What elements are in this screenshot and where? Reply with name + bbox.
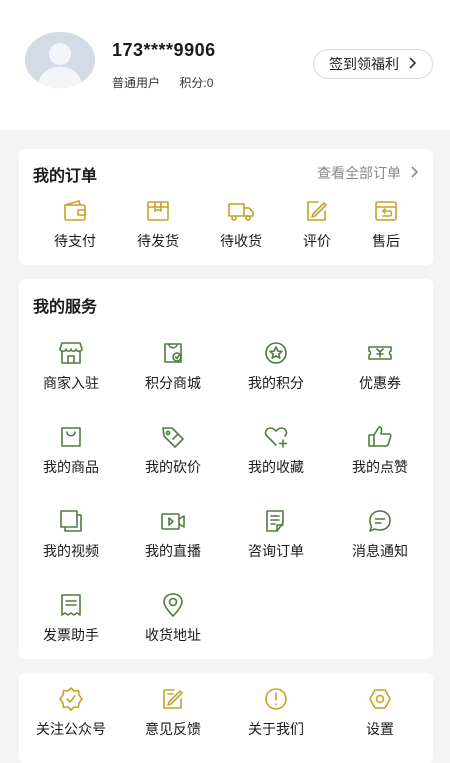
- service-label: 我的视频: [43, 543, 99, 559]
- service-label: 优惠券: [359, 375, 401, 391]
- service-label: 收货地址: [145, 627, 201, 643]
- video-layers-icon: [60, 510, 82, 532]
- invoice-icon: [61, 594, 81, 616]
- service-label: 我的商品: [43, 459, 99, 475]
- more-settings[interactable]: 设置: [330, 685, 430, 739]
- live-camera-icon: [161, 513, 185, 530]
- service-my-favorites[interactable]: 我的收藏: [226, 423, 326, 477]
- service-label: 咨询订单: [248, 543, 304, 559]
- feedback-icon: [163, 689, 183, 709]
- service-shipping-address[interactable]: 收货地址: [123, 591, 223, 645]
- document-icon: [266, 510, 284, 532]
- signin-button[interactable]: 签到领福利: [313, 49, 433, 79]
- user-meta: 普通用户 积分:0: [112, 74, 213, 91]
- service-invoice-helper[interactable]: 发票助手: [21, 591, 121, 645]
- service-merchant-join[interactable]: 商家入驻: [21, 339, 121, 393]
- service-label: 消息通知: [352, 543, 408, 559]
- service-label: 我的收藏: [248, 459, 304, 475]
- service-my-bargain[interactable]: 我的砍价: [123, 423, 223, 477]
- service-message-notice[interactable]: 消息通知: [330, 507, 430, 561]
- edit-icon: [307, 201, 327, 221]
- info-icon: [265, 688, 287, 710]
- signin-label: 签到领福利: [329, 56, 399, 72]
- service-label: 积分商城: [145, 375, 201, 391]
- order-item-label: 售后: [372, 233, 400, 249]
- services-title: 我的服务: [33, 299, 98, 316]
- view-all-orders-link[interactable]: 查看全部订单: [317, 163, 419, 183]
- more-label: 关注公众号: [36, 721, 106, 737]
- location-pin-icon: [163, 593, 183, 617]
- service-label: 我的点赞: [352, 459, 408, 475]
- service-label: 我的直播: [145, 543, 201, 559]
- more-follow-official[interactable]: 关注公众号: [21, 685, 121, 739]
- wallet-icon: [64, 200, 86, 221]
- profile-header: 173****9906 普通用户 积分:0 签到领福利: [0, 0, 450, 130]
- more-label: 关于我们: [248, 721, 304, 737]
- service-points-mall[interactable]: 积分商城: [123, 339, 223, 393]
- user-silhouette-icon: [25, 32, 95, 88]
- orders-card: 我的订单 查看全部订单 待支付 待发货 待收货 评价 售后: [19, 149, 433, 265]
- store-icon: [59, 342, 83, 364]
- more-about-us[interactable]: 关于我们: [226, 685, 326, 739]
- service-label: 我的砍价: [145, 459, 201, 475]
- more-feedback[interactable]: 意见反馈: [123, 685, 223, 739]
- service-label: 商家入驻: [43, 375, 99, 391]
- thumbs-up-icon: [368, 426, 392, 447]
- order-after-sales[interactable]: 售后: [336, 197, 436, 251]
- service-consult-orders[interactable]: 咨询订单: [226, 507, 326, 561]
- service-my-likes[interactable]: 我的点赞: [330, 423, 430, 477]
- price-tag-icon: [162, 427, 184, 448]
- service-my-videos[interactable]: 我的视频: [21, 507, 121, 561]
- service-my-points[interactable]: 我的积分: [226, 339, 326, 393]
- more-label: 设置: [366, 721, 394, 737]
- service-label: 发票助手: [43, 627, 99, 643]
- box-icon: [147, 201, 169, 221]
- message-icon: [369, 510, 391, 532]
- service-coupons[interactable]: 优惠券: [330, 339, 430, 393]
- settings-icon: [369, 689, 391, 709]
- view-all-label: 查看全部订单: [317, 165, 401, 181]
- heart-plus-icon: [264, 427, 288, 448]
- service-my-products[interactable]: 我的商品: [21, 423, 121, 477]
- star-coin-icon: [265, 342, 287, 364]
- services-card: 我的服务 商家入驻 积分商城 我的积分 优惠券 我的商品 我的砍价 我的收藏 我…: [19, 279, 433, 659]
- chevron-right-icon: [409, 165, 419, 181]
- user-level: 普通用户: [112, 76, 161, 90]
- truck-icon: [228, 203, 254, 221]
- service-label: 我的积分: [248, 375, 304, 391]
- bag-icon: [61, 427, 81, 447]
- more-label: 意见反馈: [145, 721, 201, 737]
- user-phone: 173****9906: [112, 40, 216, 60]
- coupon-icon: [368, 346, 392, 360]
- return-icon: [375, 201, 397, 221]
- orders-title: 我的订单: [33, 168, 98, 185]
- user-points: 积分:0: [179, 76, 214, 90]
- badge-icon: [59, 687, 83, 711]
- points-bag-icon: [164, 343, 182, 363]
- service-my-live[interactable]: 我的直播: [123, 507, 223, 561]
- avatar[interactable]: [25, 32, 95, 88]
- chevron-right-icon: [407, 56, 417, 72]
